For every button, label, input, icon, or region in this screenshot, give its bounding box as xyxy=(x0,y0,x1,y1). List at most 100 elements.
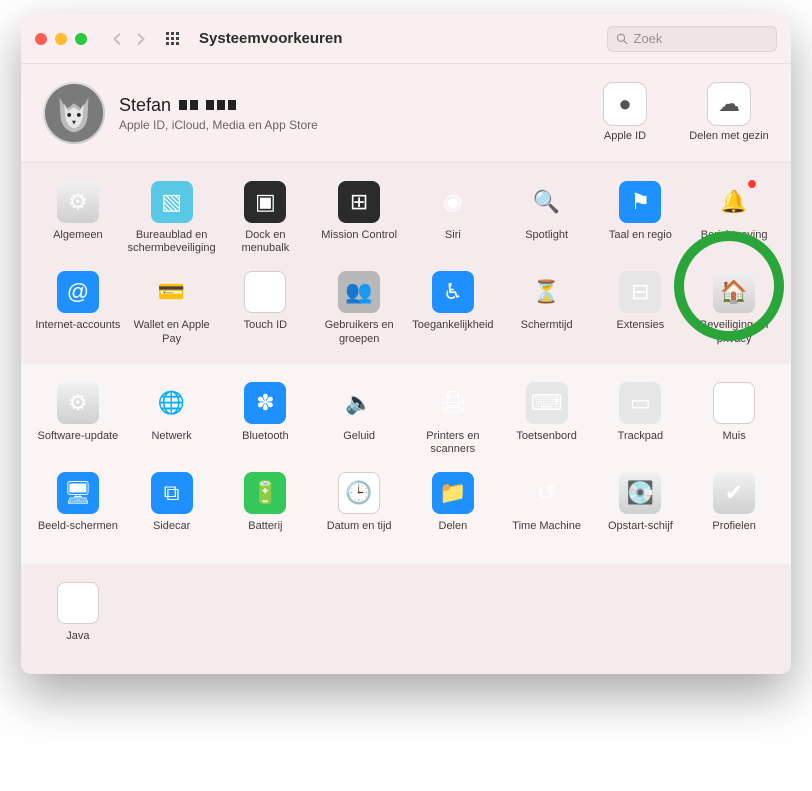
share-icon: 📁 xyxy=(432,472,474,514)
pref-item-label: Toegankelijkheid xyxy=(408,319,498,345)
pref-item-trackpad[interactable]: ▭Trackpad xyxy=(596,382,686,456)
grid-icon xyxy=(165,31,181,47)
pref-item-dock[interactable]: ▣ Dock en menubalk xyxy=(221,181,311,255)
pref-item-startup[interactable]: 💽 Opstart-schijf xyxy=(596,472,686,546)
pref-grid: ⚙︎ Algemeen ▧ Bureaublad en schermbeveiligi… xyxy=(33,181,779,346)
pref-item-desktop[interactable]: ▧ Bureaublad en schermbeveiliging xyxy=(127,181,217,255)
chevron-right-icon xyxy=(135,33,147,45)
pref-section-2: ☕︎ Java xyxy=(21,564,791,674)
general-icon: ⚙︎ xyxy=(57,181,99,223)
pref-item-mouse[interactable]: 🖱 Muis xyxy=(689,382,779,456)
pref-item-siri[interactable]: ◉ Siri xyxy=(408,181,498,255)
redacted-text xyxy=(179,100,198,110)
pref-item-sidecar[interactable]: ⧉Sidecar xyxy=(127,472,217,546)
wolf-avatar-icon xyxy=(45,84,103,142)
pref-item-label: Geluid xyxy=(314,430,404,456)
avatar[interactable] xyxy=(43,82,105,144)
sound-icon: 🔈 xyxy=(338,382,380,424)
pref-item-mission-control[interactable]: ⊞Mission Control xyxy=(314,181,404,255)
apple-logo-icon: ● xyxy=(603,82,647,126)
window-controls xyxy=(35,33,87,45)
family-icon: ☁︎ xyxy=(707,82,751,126)
pref-item-label: Java xyxy=(33,630,123,656)
grid-toggle-button[interactable] xyxy=(161,27,185,51)
accessibility-icon: ♿︎ xyxy=(432,271,474,313)
pref-item-clock[interactable]: 🕒Datum en tijd xyxy=(314,472,404,546)
pref-item-bluetooth[interactable]: ✽ Bluetooth xyxy=(221,382,311,456)
bluetooth-icon: ✽ xyxy=(244,382,286,424)
minimize-button[interactable] xyxy=(55,33,67,45)
java-icon: ☕︎ xyxy=(57,582,99,624)
pref-item-network[interactable]: 🌐 Netwerk xyxy=(127,382,217,456)
extensions-icon: ⊟ xyxy=(619,271,661,313)
pref-item-label: Siri xyxy=(408,229,498,255)
pref-item-label: Bureaublad en schermbeveiliging xyxy=(127,229,217,255)
pref-item-label: Schermtijd xyxy=(502,319,592,345)
pref-item-display[interactable]: 🖥Beeld-schermen xyxy=(33,472,123,546)
pref-item-label: Taal en regio xyxy=(596,229,686,255)
profiles-icon: ✔︎ xyxy=(713,472,755,514)
back-button[interactable] xyxy=(105,27,129,51)
pref-item-screentime[interactable]: ⏳ Schermtijd xyxy=(502,271,592,345)
pref-item-label: Opstart-schijf xyxy=(596,520,686,546)
account-shortcut-0[interactable]: ● Apple ID xyxy=(585,82,665,143)
shortcut-label: Delen met gezin xyxy=(689,130,769,143)
pref-item-users[interactable]: 👥Gebruikers en groepen xyxy=(314,271,404,345)
spotlight-icon: 🔍 xyxy=(526,181,568,223)
window-title: Systeemvoorkeuren xyxy=(199,30,342,47)
pref-item-label: Touch ID xyxy=(221,319,311,345)
pref-item-label: Extensies xyxy=(596,319,686,345)
siri-icon: ◉ xyxy=(432,181,474,223)
zoom-button[interactable] xyxy=(75,33,87,45)
pref-item-wallet[interactable]: 💳Wallet en Apple Pay xyxy=(127,271,217,345)
mission-control-icon: ⊞ xyxy=(338,181,380,223)
pref-item-label: Software-update xyxy=(33,430,123,456)
pref-item-update[interactable]: ⚙︎ Software-update xyxy=(33,382,123,456)
pref-item-timemachine[interactable]: ↺Time Machine xyxy=(502,472,592,546)
keyboard-icon: ⌨︎ xyxy=(526,382,568,424)
pref-item-security[interactable]: 🏠Beveiliging en privacy xyxy=(689,271,779,345)
pref-item-label: Bluetooth xyxy=(221,430,311,456)
account-subtitle: Apple ID, iCloud, Media en App Store xyxy=(119,118,318,132)
pref-item-general[interactable]: ⚙︎ Algemeen xyxy=(33,181,123,255)
notifications-icon: 🔔 xyxy=(713,181,755,223)
fingerprint-icon: ◉ xyxy=(244,271,286,313)
startup-icon: 💽 xyxy=(619,472,661,514)
pref-item-label: Berichtgeving xyxy=(689,229,779,255)
search-input[interactable] xyxy=(634,31,769,46)
screentime-icon: ⏳ xyxy=(526,271,568,313)
pref-item-label: Algemeen xyxy=(33,229,123,255)
pref-item-label: Netwerk xyxy=(127,430,217,456)
pref-item-fingerprint[interactable]: ◉ Touch ID xyxy=(221,271,311,345)
desktop-icon: ▧ xyxy=(151,181,193,223)
pref-grid: ☕︎ Java xyxy=(33,582,779,656)
mouse-icon: 🖱 xyxy=(713,382,755,424)
account-shortcut-1[interactable]: ☁︎ Delen met gezin xyxy=(689,82,769,143)
pref-item-share[interactable]: 📁Delen xyxy=(408,472,498,546)
update-icon: ⚙︎ xyxy=(57,382,99,424)
pref-item-accessibility[interactable]: ♿︎ Toegankelijkheid xyxy=(408,271,498,345)
pref-item-notifications[interactable]: 🔔 Berichtgeving xyxy=(689,181,779,255)
chevron-left-icon xyxy=(111,33,123,45)
pref-item-printer[interactable]: 🖨Printers en scanners xyxy=(408,382,498,456)
pref-item-java[interactable]: ☕︎ Java xyxy=(33,582,123,656)
pref-item-battery[interactable]: 🔋Batterij xyxy=(221,472,311,546)
printer-icon: 🖨 xyxy=(432,382,474,424)
pref-item-language[interactable]: ⚑Taal en regio xyxy=(596,181,686,255)
pref-item-spotlight[interactable]: 🔍Spotlight xyxy=(502,181,592,255)
network-icon: 🌐 xyxy=(151,382,193,424)
pref-item-extensions[interactable]: ⊟ Extensies xyxy=(596,271,686,345)
pref-item-profiles[interactable]: ✔︎ Profielen xyxy=(689,472,779,546)
search-field[interactable] xyxy=(607,26,777,52)
pref-item-label: Trackpad xyxy=(596,430,686,456)
pref-item-sound[interactable]: 🔈 Geluid xyxy=(314,382,404,456)
pref-item-label: Profielen xyxy=(689,520,779,546)
dock-icon: ▣ xyxy=(244,181,286,223)
display-icon: 🖥 xyxy=(57,472,99,514)
pref-item-label: Muis xyxy=(689,430,779,456)
pref-item-label: Dock en menubalk xyxy=(221,229,311,255)
pref-item-at[interactable]: @Internet-accounts xyxy=(33,271,123,345)
pref-item-keyboard[interactable]: ⌨︎Toetsenbord xyxy=(502,382,592,456)
forward-button[interactable] xyxy=(129,27,153,51)
close-button[interactable] xyxy=(35,33,47,45)
